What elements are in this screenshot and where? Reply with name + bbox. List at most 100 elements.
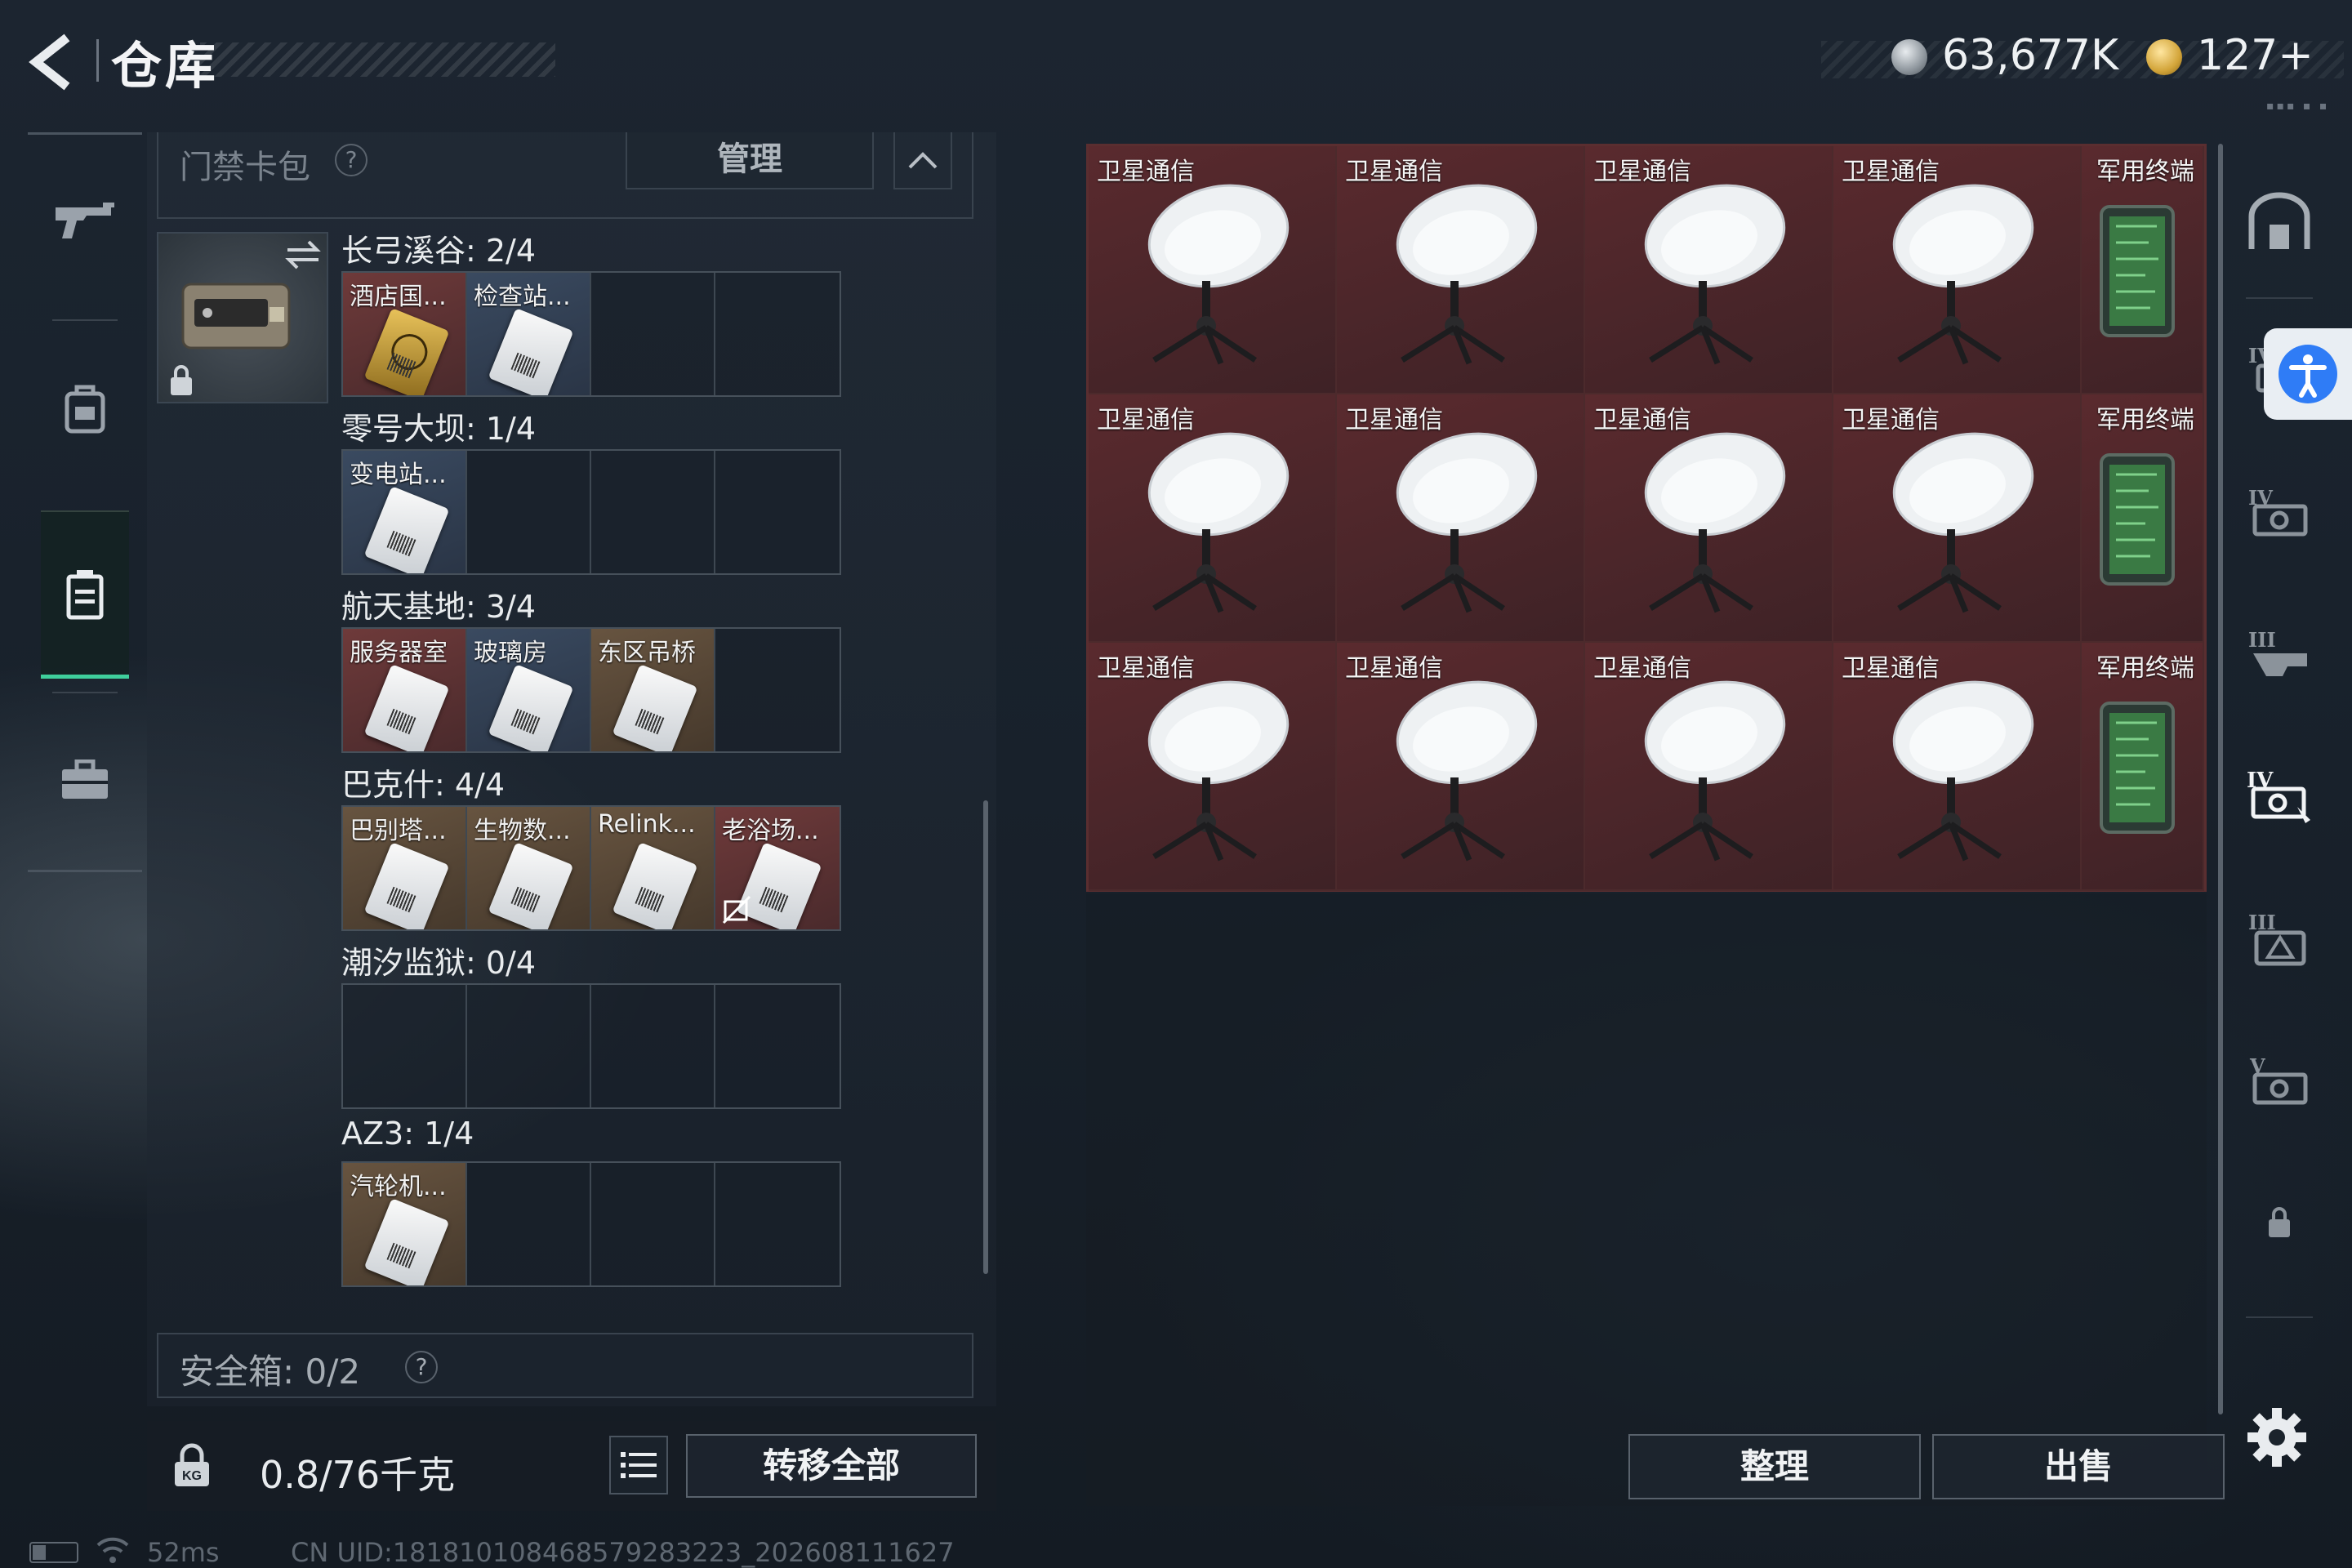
rail-item-tier-iii-a[interactable]: III xyxy=(2226,585,2332,724)
satellite-comm-item[interactable]: 卫星通信 xyxy=(1337,394,1585,643)
keycard-case-title: 门禁卡包 xyxy=(180,149,310,186)
collapse-button[interactable] xyxy=(893,132,952,189)
rail-item-locked[interactable] xyxy=(2226,1153,2332,1292)
keycard-slot[interactable]: Relink... xyxy=(591,807,715,929)
ping-display: 52ms xyxy=(147,1537,220,1568)
satellite-comm-item[interactable]: 卫星通信 xyxy=(1089,643,1337,891)
satellite-comm-item[interactable]: 卫星通信 xyxy=(1585,394,1833,643)
keycard-slot[interactable]: 酒店国... xyxy=(343,273,467,395)
item-name: 卫星通信 xyxy=(1593,406,1691,434)
empty-keycard-slot[interactable] xyxy=(591,273,715,395)
empty-keycard-slot[interactable] xyxy=(715,1163,840,1285)
transfer-all-button[interactable]: 转移全部 xyxy=(686,1434,977,1498)
empty-keycard-slot[interactable] xyxy=(591,451,715,573)
back-button[interactable] xyxy=(24,29,90,95)
gold-coin-icon[interactable] xyxy=(2146,39,2182,75)
lock-icon xyxy=(171,365,192,395)
keycard-icon xyxy=(488,664,574,751)
keycard-icon xyxy=(612,664,698,751)
satellite-dish-image xyxy=(1147,680,1290,862)
sell-button[interactable]: 出售 xyxy=(1932,1434,2225,1499)
keycard-slot[interactable]: 老浴场... xyxy=(715,807,840,929)
satellite-dish-image xyxy=(1892,432,2034,613)
satellite-dish-image xyxy=(1892,680,2034,862)
item-name: 卫星通信 xyxy=(1593,158,1691,186)
keycard-icon xyxy=(612,842,698,929)
empty-keycard-slot[interactable] xyxy=(343,985,467,1107)
keycard-slot[interactable]: 变电站... xyxy=(343,451,467,573)
manage-button[interactable]: 管理 xyxy=(626,132,874,189)
empty-keycard-slot[interactable] xyxy=(591,1163,715,1285)
keycard-case-item[interactable] xyxy=(157,232,328,403)
military-terminal-item[interactable]: 军用终端 xyxy=(2082,146,2204,394)
keycard-scrollbar[interactable] xyxy=(983,800,988,1274)
tier-iii-armor-icon: III xyxy=(2248,911,2306,966)
rail-item-tier-iii-b[interactable]: III xyxy=(2226,869,2332,1008)
chevron-up-icon xyxy=(908,152,938,169)
keycard-name: 巴别塔... xyxy=(350,817,447,845)
tier-iv-gear-icon: IV xyxy=(2248,486,2308,537)
empty-keycard-slot[interactable] xyxy=(715,273,840,395)
satellite-comm-item[interactable]: 卫星通信 xyxy=(1585,643,1833,891)
empty-keycard-slot[interactable] xyxy=(715,451,840,573)
satellite-comm-item[interactable]: 卫星通信 xyxy=(1089,146,1337,394)
military-terminal-item[interactable]: 军用终端 xyxy=(2082,394,2204,643)
keycard-slot[interactable]: 检查站... xyxy=(467,273,591,395)
settings-button[interactable] xyxy=(2246,1406,2308,1468)
keycard-slot[interactable]: 服务器室 xyxy=(343,629,467,751)
rail-item-briefcase[interactable] xyxy=(28,695,142,866)
rail-item-weapons[interactable] xyxy=(28,135,142,306)
back-arrow-icon xyxy=(29,33,70,91)
keycard-slot[interactable]: 生物数... xyxy=(467,807,591,929)
rail-item-tier-iv-b[interactable]: IV xyxy=(2226,443,2332,581)
keycard-name: 变电站... xyxy=(350,461,447,489)
tier-iv-selected-icon: IV xyxy=(2247,768,2310,823)
rail-item-keycard-case[interactable] xyxy=(28,509,142,680)
rail-item-backpack[interactable] xyxy=(28,323,142,494)
item-name: 卫星通信 xyxy=(1842,406,1940,434)
satellite-dish-image xyxy=(1892,184,2034,365)
sort-button[interactable]: 整理 xyxy=(1628,1434,1921,1499)
satellite-comm-item[interactable]: 卫星通信 xyxy=(1337,643,1585,891)
keycard-slot[interactable]: 汽轮机... xyxy=(343,1163,467,1285)
item-name: 卫星通信 xyxy=(1097,158,1195,186)
satellite-comm-item[interactable]: 卫星通信 xyxy=(1585,146,1833,394)
empty-keycard-slot[interactable] xyxy=(715,629,840,751)
satellite-comm-item[interactable]: 卫星通信 xyxy=(1833,394,2082,643)
backpack-icon xyxy=(65,385,105,434)
rail-separator xyxy=(2246,1316,2313,1318)
satellite-comm-item[interactable]: 卫星通信 xyxy=(1833,643,2082,891)
currency-gold-amount[interactable]: 127+ xyxy=(2197,31,2314,80)
empty-keycard-slot[interactable] xyxy=(467,451,591,573)
keycard-slot[interactable]: 东区吊桥 xyxy=(591,629,715,751)
safebox-help-icon[interactable]: ? xyxy=(405,1351,438,1383)
empty-keycard-slot[interactable] xyxy=(467,1163,591,1285)
storage-scrollbar[interactable] xyxy=(2218,144,2223,1414)
keycard-slot[interactable]: 玻璃房 xyxy=(467,629,591,751)
keycard-icon xyxy=(363,308,450,395)
military-terminal-item[interactable]: 军用终端 xyxy=(2082,643,2204,891)
accessibility-button[interactable] xyxy=(2264,328,2352,420)
keycard-icon xyxy=(488,842,574,929)
swap-icon[interactable] xyxy=(284,238,322,271)
satellite-comm-item[interactable]: 卫星通信 xyxy=(1833,146,2082,394)
keycard-group-label: 长弓溪谷: 2/4 xyxy=(341,233,537,269)
empty-keycard-slot[interactable] xyxy=(467,985,591,1107)
satellite-comm-item[interactable]: 卫星通信 xyxy=(1089,394,1337,643)
keycard-group-label: 零号大坝: 1/4 xyxy=(341,411,537,447)
keycard-slot[interactable]: 巴别塔... xyxy=(343,807,467,929)
list-view-button[interactable] xyxy=(609,1436,668,1494)
keycard-help-icon[interactable]: ? xyxy=(335,144,368,176)
keycard-slot-row: 巴别塔... 生物数... Relink... 老浴场... xyxy=(341,805,841,931)
empty-keycard-slot[interactable] xyxy=(591,985,715,1107)
rail-item-tier-v[interactable]: V xyxy=(2226,1011,2332,1150)
rail-item-tier-iv-selected[interactable]: IV xyxy=(2226,727,2332,866)
item-image xyxy=(1869,675,2049,866)
item-image xyxy=(2091,698,2181,840)
svg-text:KG: KG xyxy=(182,1469,202,1483)
item-name: 卫星通信 xyxy=(1345,654,1443,683)
rail-item-warehouse[interactable] xyxy=(2226,154,2332,292)
item-image xyxy=(1373,427,1552,618)
empty-keycard-slot[interactable] xyxy=(715,985,840,1107)
satellite-comm-item[interactable]: 卫星通信 xyxy=(1337,146,1585,394)
